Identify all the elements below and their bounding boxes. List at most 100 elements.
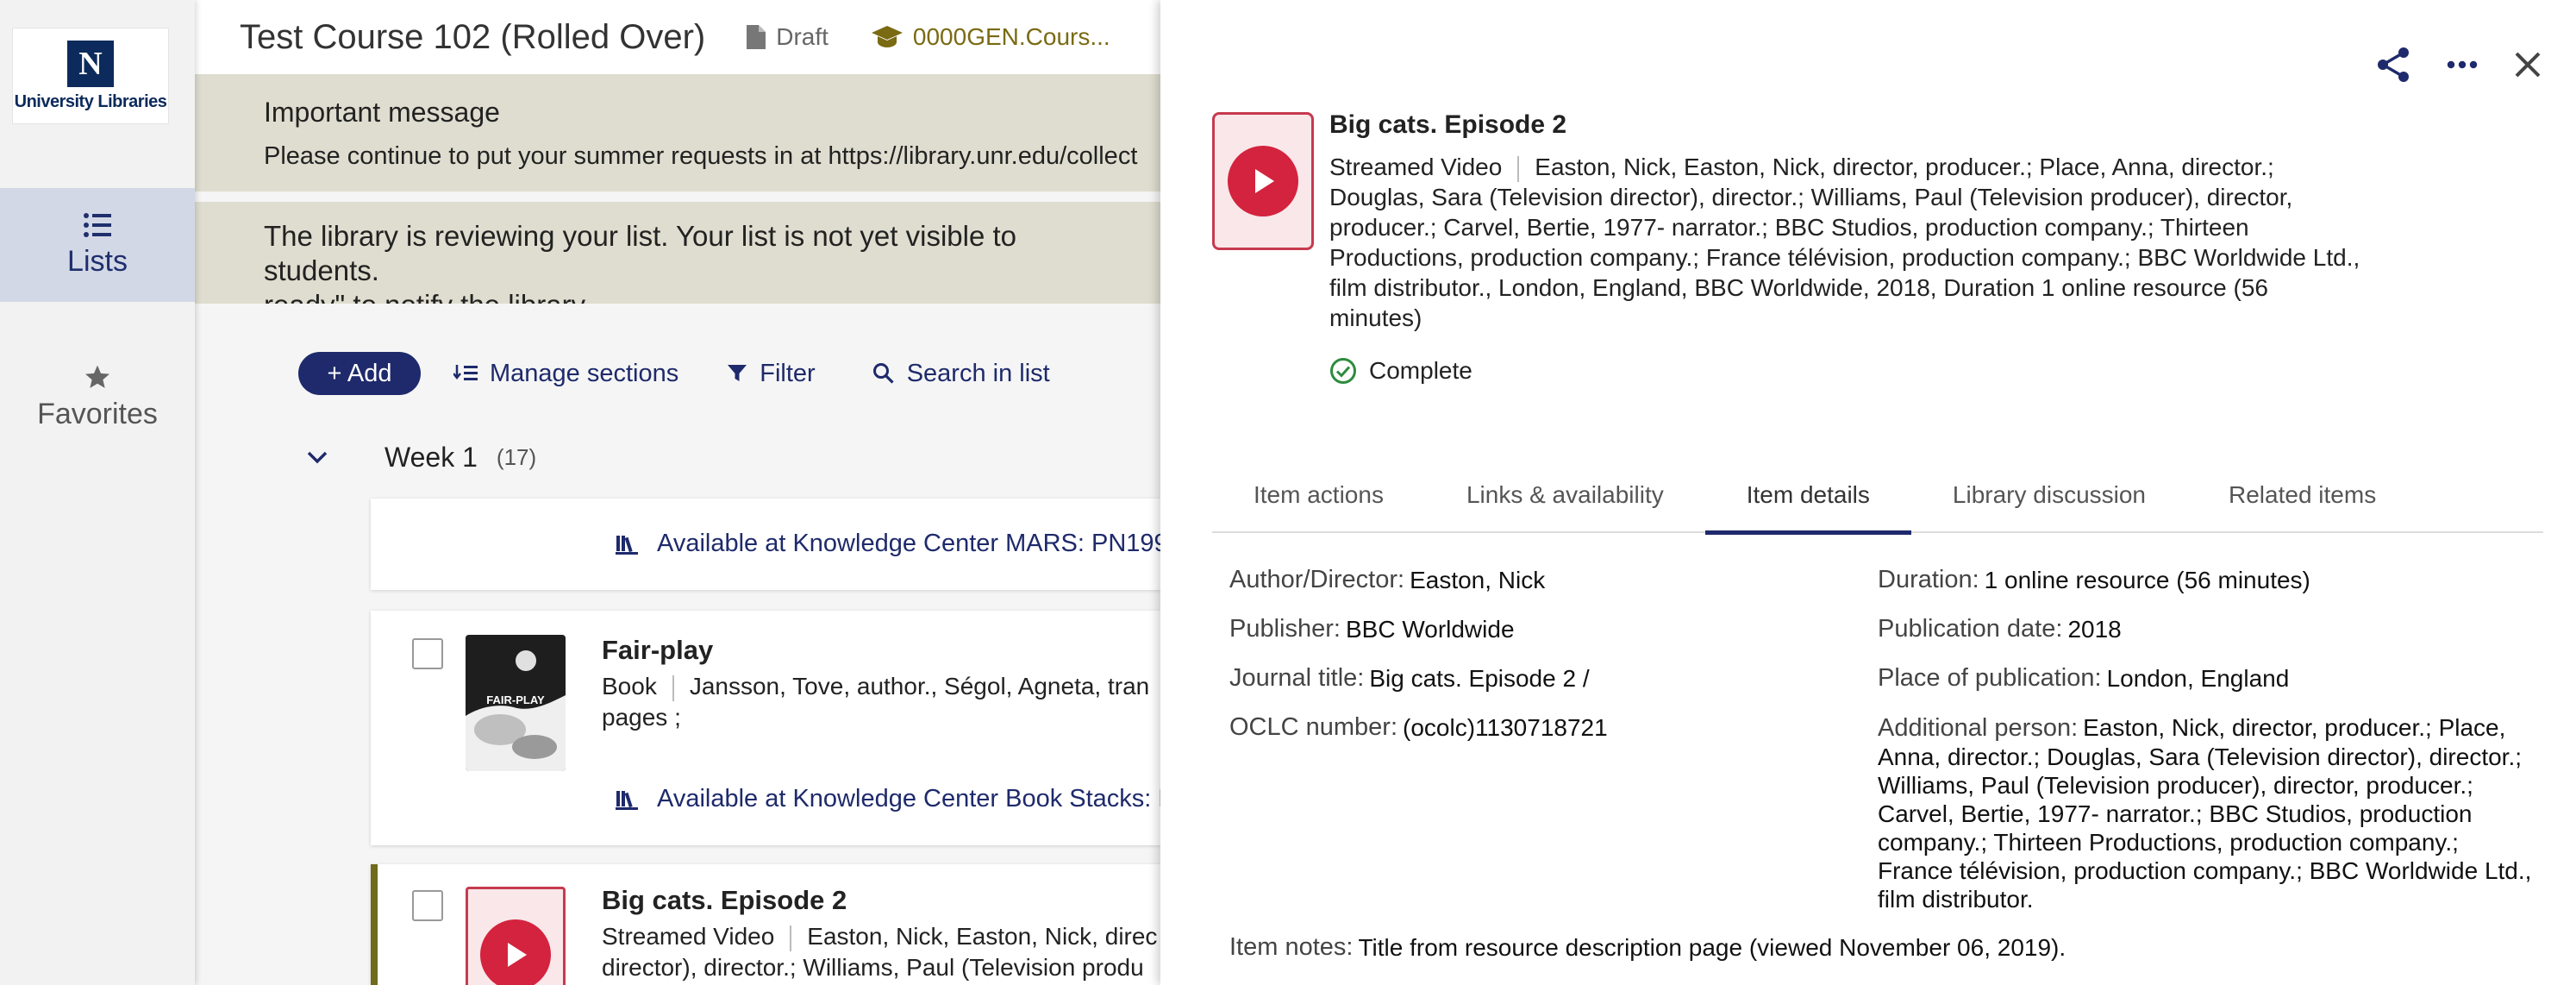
panel-item-title: Big cats. Episode 2 — [1329, 110, 1567, 139]
manage-sections-icon — [453, 365, 478, 380]
cover-image: FAIR-PLAY — [466, 635, 566, 771]
detail-place: Place of publication: London, England — [1878, 664, 2289, 693]
more-options-icon[interactable] — [2447, 60, 2478, 69]
detail-value: Title from resource description page (vi… — [1358, 934, 2066, 961]
detail-value: Easton, Nick — [1410, 567, 1546, 593]
tab-item-actions[interactable]: Item actions — [1212, 457, 1425, 533]
section-header: Week 1 (17) — [307, 442, 536, 474]
check-circle-icon — [1330, 358, 1356, 384]
detail-oclc: OCLC number: (ocolc)1130718721 — [1229, 713, 1608, 742]
panel-item-meta: Streamed Video Easton, Nick, Easton, Nick… — [1329, 152, 2364, 333]
detail-journal: Journal title: Big cats. Episode 2 / — [1229, 664, 1590, 693]
list-item[interactable]: Available at Knowledge Center MARS: PN19… — [371, 499, 1160, 590]
list-icon — [84, 212, 111, 237]
detail-publication-date: Publication date: 2018 — [1878, 615, 2122, 643]
availability-text: Available at Knowledge Center Book Stack… — [657, 785, 1160, 812]
filter-button[interactable]: Filter — [727, 359, 816, 388]
detail-label: Author/Director: — [1229, 566, 1405, 593]
detail-author: Author/Director: Easton, Nick — [1229, 566, 1545, 594]
course-code[interactable]: 0000GEN.Cours... — [871, 23, 1110, 51]
detail-value: BBC Worldwide — [1345, 616, 1515, 643]
item-authors: Jansson, Tove, author., Ségol, Agneta, t… — [689, 673, 1150, 700]
books-icon — [616, 790, 638, 810]
detail-value: 1 online resource (56 minutes) — [1984, 567, 2310, 593]
logo-mark: N — [67, 40, 114, 87]
nav-item-favorites[interactable]: Favorites — [0, 340, 195, 454]
search-icon — [872, 363, 894, 384]
media-thumbnail[interactable] — [466, 887, 566, 985]
detail-label: Publication date: — [1878, 615, 2063, 643]
logo-text: University Libraries — [14, 91, 167, 111]
status-text: Draft — [776, 23, 828, 50]
tab-library-discussion[interactable]: Library discussion — [1911, 457, 2187, 533]
detail-label: Additional person: — [1878, 714, 2079, 742]
completion-status-text: Complete — [1369, 357, 1472, 384]
select-checkbox[interactable] — [412, 638, 443, 669]
search-in-list-button[interactable]: Search in list — [872, 360, 1050, 388]
tab-links-availability[interactable]: Links & availability — [1425, 457, 1705, 533]
important-message-banner: Important message Please continue to put… — [195, 74, 1160, 191]
chevron-down-icon[interactable] — [307, 451, 328, 465]
course-title: Test Course 102 (Rolled Over) — [240, 17, 706, 56]
play-icon — [1228, 146, 1298, 216]
app-root: N University Libraries Lists Favorites T… — [0, 0, 2576, 985]
close-icon[interactable] — [2514, 51, 2542, 78]
review-message-banner: The library is reviewing your list. Your… — [195, 202, 1160, 304]
detail-label: Duration: — [1878, 566, 1979, 593]
section-count: (17) — [496, 444, 537, 470]
media-thumbnail-large[interactable] — [1212, 112, 1314, 250]
item-meta: Book Jansson, Tove, author., Ségol, Agnet… — [602, 671, 1149, 702]
cover-text: FAIR-PLAY — [486, 693, 545, 706]
detail-notes: Item notes: Title from resource descripti… — [1229, 933, 2066, 962]
list-item-selected[interactable]: Big cats. Episode 2 Streamed Video Easton… — [371, 864, 1160, 985]
availability-link[interactable]: Available at Knowledge Center MARS: PN19… — [616, 530, 1160, 558]
message-heading: Important message — [264, 97, 500, 128]
panel-item-type: Streamed Video — [1329, 154, 1503, 180]
completion-status: Complete — [1329, 357, 1472, 385]
detail-value: London, England — [2106, 665, 2290, 692]
nav-item-lists[interactable]: Lists — [0, 188, 195, 302]
list-item[interactable]: FAIR-PLAY Fair-play Book Jansson, Tove, a… — [371, 611, 1160, 845]
tab-item-details[interactable]: Item details — [1704, 457, 1912, 535]
item-meta-line2: director), director.; Williams, Paul (Te… — [602, 954, 1144, 981]
detail-value: Easton, Nick, director, producer.; Place… — [1878, 714, 2532, 913]
manage-sections-button[interactable]: Manage sections — [453, 360, 678, 388]
item-meta: Streamed Video Easton, Nick, Easton, Nick… — [602, 921, 1157, 952]
manage-sections-label: Manage sections — [490, 359, 679, 387]
select-checkbox[interactable] — [412, 890, 443, 921]
book-cover[interactable]: FAIR-PLAY — [466, 635, 566, 771]
university-logo[interactable]: N University Libraries — [12, 28, 169, 124]
status-badge: Draft — [747, 23, 828, 51]
list-toolbar: + Add Manage sections Filter Search in l… — [195, 350, 1160, 397]
review-line-1: The library is reviewing your list. Your… — [264, 220, 1017, 286]
availability-text: Available at Knowledge Center MARS: PN19… — [657, 530, 1160, 557]
item-title[interactable]: Big cats. Episode 2 — [602, 885, 847, 916]
filter-label: Filter — [760, 359, 816, 387]
review-line-2: ready" to notify the library. — [264, 288, 1091, 304]
panel-actions — [2340, 47, 2542, 83]
message-text: Please continue to put your summer reque… — [264, 142, 1138, 170]
detail-label: Journal title: — [1229, 664, 1365, 692]
star-icon — [85, 365, 109, 388]
detail-label: Place of publication: — [1878, 664, 2102, 692]
share-icon[interactable] — [2376, 47, 2410, 83]
section-label: Week 1 — [385, 442, 478, 473]
search-in-list-label: Search in list — [906, 359, 1050, 387]
item-authors: Easton, Nick, Easton, Nick, direc — [807, 923, 1158, 950]
nav-rail: N University Libraries Lists Favorites — [0, 0, 195, 985]
books-icon — [616, 535, 638, 555]
add-button[interactable]: + Add — [298, 352, 421, 395]
item-title[interactable]: Fair-play — [602, 635, 713, 666]
document-icon — [747, 25, 766, 49]
graduation-cap-icon — [871, 26, 903, 47]
tab-related-items[interactable]: Related items — [2187, 457, 2417, 533]
detail-label: OCLC number: — [1229, 713, 1398, 741]
item-details-panel: Big cats. Episode 2 Streamed Video Easton… — [1160, 0, 2576, 985]
item-type: Book — [602, 673, 657, 700]
course-list-area: Test Course 102 (Rolled Over) Draft 0000… — [195, 0, 1160, 985]
play-icon — [480, 919, 551, 985]
filter-icon — [728, 365, 747, 381]
availability-link[interactable]: Available at Knowledge Center Book Stack… — [616, 785, 1160, 813]
detail-duration: Duration: 1 online resource (56 minutes) — [1878, 566, 2310, 594]
item-type: Streamed Video — [602, 923, 775, 950]
